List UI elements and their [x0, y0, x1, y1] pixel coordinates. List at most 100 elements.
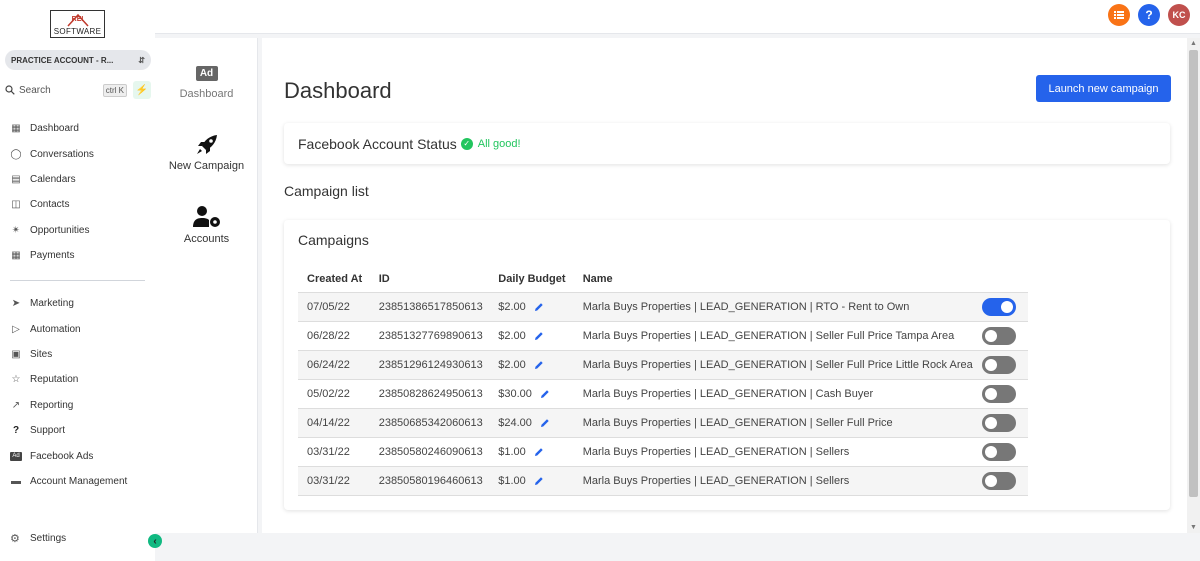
avatar[interactable]: KC	[1168, 4, 1190, 26]
cell-id: 23850685342060613	[369, 408, 490, 438]
sidebar-item-conversations[interactable]: ◯ Conversations	[10, 141, 150, 166]
campaigns-table: Created At ID Daily Budget Name 07/05/22…	[298, 266, 1028, 496]
column-id[interactable]: ID	[369, 266, 490, 293]
collapse-sidebar-button[interactable]: ‹	[148, 534, 162, 548]
cell-id: 23851386517850613	[369, 292, 490, 322]
sidebar-item-contacts[interactable]: ◫ Contacts	[10, 192, 150, 217]
budget-value: $30.00	[498, 387, 532, 400]
star-icon: ☆	[11, 374, 21, 386]
sidebar-item-label: Marketing	[30, 298, 74, 310]
cell-toggle	[972, 437, 1028, 467]
campaign-status-toggle[interactable]	[981, 326, 1016, 345]
sidebar-item-label: Automation	[30, 323, 81, 335]
table-row: 07/05/22 23851386517850613 $2.00 Marla Buys…	[298, 292, 1028, 322]
quick-action-button[interactable]: ⚡	[133, 81, 151, 99]
cell-toggle	[972, 350, 1028, 380]
subnav-label: Dashboard	[179, 88, 234, 100]
cell-id: 23850828624950613	[369, 379, 490, 409]
subnav-accounts[interactable]: Accounts	[155, 205, 258, 245]
scrollbar-thumb[interactable]	[1189, 50, 1198, 497]
ad-icon: Ad	[10, 451, 22, 461]
globe-window-icon: ▣	[11, 348, 21, 360]
sidebar-nav-secondary: ➤ Marketing ▷ Automation ▣ Sites ☆ Reputatio…	[10, 291, 150, 494]
sidebar-item-label: Payments	[30, 250, 75, 262]
account-switcher[interactable]: PRACTICE ACCOUNT - R... ⇵	[5, 50, 151, 70]
sidebar-item-automation[interactable]: ▷ Automation	[10, 316, 150, 341]
sidebar-item-label: Settings	[30, 532, 67, 544]
campaign-status-toggle[interactable]	[981, 471, 1016, 490]
sidebar: REI SOFTWARE PRACTICE ACCOUNT - R... ⇵ S…	[0, 0, 155, 561]
chevron-left-icon: ‹	[153, 535, 157, 547]
cell-name: Marla Buys Properties | LEAD_GENERATION …	[573, 292, 973, 322]
campaign-status-toggle[interactable]	[981, 355, 1016, 374]
lightning-icon: ⚡	[135, 84, 149, 96]
notifications-button[interactable]	[1108, 4, 1130, 26]
sidebar-divider	[10, 280, 145, 281]
sidebar-item-dashboard[interactable]: ▦ Dashboard	[10, 116, 150, 141]
updown-chevron-icon: ⇵	[138, 55, 145, 65]
sidebar-nav-primary: ▦ Dashboard ◯ Conversations ▤ Calendars ◫ Co…	[10, 116, 150, 268]
logo[interactable]: REI SOFTWARE	[50, 10, 105, 38]
contact-card-icon: ◫	[11, 199, 21, 211]
funnel-icon: ✴	[11, 224, 21, 236]
campaign-status-toggle[interactable]	[981, 384, 1016, 403]
cell-id: 23850580246090613	[369, 437, 490, 467]
table-row: 06/28/22 23851327769890613 $2.00 Marla Buys…	[298, 321, 1028, 351]
scrollbar[interactable]: ▲ ▼	[1187, 38, 1200, 533]
trend-icon: ↗	[11, 399, 21, 411]
sidebar-item-label: Facebook Ads	[30, 450, 94, 462]
sidebar-item-calendars[interactable]: ▤ Calendars	[10, 167, 150, 192]
sidebar-item-reporting[interactable]: ↗ Reporting	[10, 393, 150, 418]
subnav-new-campaign[interactable]: New Campaign	[155, 134, 258, 172]
pencil-icon[interactable]	[540, 389, 550, 399]
cell-toggle	[972, 408, 1028, 438]
pencil-icon[interactable]	[534, 302, 544, 312]
toggle-knob	[984, 474, 997, 487]
campaign-status-toggle[interactable]	[981, 413, 1016, 432]
column-name[interactable]: Name	[573, 266, 973, 293]
sidebar-item-label: Sites	[30, 348, 53, 360]
column-daily-budget[interactable]: Daily Budget	[489, 266, 574, 293]
sidebar-item-settings[interactable]: ⚙ Settings	[10, 532, 67, 546]
cell-daily-budget: $1.00	[489, 466, 574, 496]
toggle-knob	[1000, 300, 1013, 313]
sidebar-item-facebook-ads[interactable]: Ad Facebook Ads	[10, 443, 150, 468]
top-bar: ? KC	[155, 0, 1200, 34]
campaign-status-toggle[interactable]	[981, 442, 1016, 461]
table-row: 03/31/22 23850580246090613 $1.00 Marla Buys…	[298, 437, 1028, 467]
sidebar-item-marketing[interactable]: ➤ Marketing	[10, 291, 150, 316]
logo-rei: REI	[71, 16, 84, 23]
pencil-icon[interactable]	[534, 360, 544, 370]
cell-name: Marla Buys Properties | LEAD_GENERATION …	[573, 466, 973, 496]
pencil-icon[interactable]	[534, 476, 544, 486]
campaign-status-toggle[interactable]	[981, 297, 1016, 316]
cell-name: Marla Buys Properties | LEAD_GENERATION …	[573, 408, 973, 438]
ad-icon: Ad	[195, 66, 218, 81]
budget-value: $1.00	[498, 445, 526, 458]
cell-name: Marla Buys Properties | LEAD_GENERATION …	[573, 437, 973, 467]
toggle-knob	[984, 329, 997, 342]
sidebar-item-reputation[interactable]: ☆ Reputation	[10, 367, 150, 392]
launch-new-campaign-button[interactable]: Launch new campaign	[1036, 75, 1171, 102]
table-row: 05/02/22 23850828624950613 $30.00 Marla Buy…	[298, 379, 1028, 409]
column-created-at[interactable]: Created At	[298, 266, 370, 293]
pencil-icon[interactable]	[534, 331, 544, 341]
search-input[interactable]: Search ctrl K	[5, 81, 127, 99]
sidebar-item-opportunities[interactable]: ✴ Opportunities	[10, 218, 150, 243]
sidebar-item-sites[interactable]: ▣ Sites	[10, 342, 150, 367]
cell-id: 23851327769890613	[369, 321, 490, 351]
pencil-icon[interactable]	[540, 418, 550, 428]
subnav-dashboard[interactable]: Ad Dashboard	[155, 66, 258, 100]
sidebar-item-payments[interactable]: ▦ Payments	[10, 243, 150, 268]
table-row: 04/14/22 23850685342060613 $24.00 Marla Buy…	[298, 408, 1028, 438]
help-icon: ?	[1145, 8, 1153, 22]
scroll-up-arrow-icon[interactable]: ▲	[1187, 38, 1200, 48]
pencil-icon[interactable]	[534, 447, 544, 457]
sidebar-item-support[interactable]: ? Support	[10, 418, 150, 443]
sidebar-item-label: Reputation	[30, 374, 79, 386]
scroll-down-arrow-icon[interactable]: ▼	[1187, 522, 1200, 532]
sidebar-item-account-management[interactable]: ▬ Account Management	[10, 469, 150, 494]
facebook-ads-subnav: Ad Dashboard New Campaign Accounts	[155, 38, 258, 533]
table-header-row: Created At ID Daily Budget Name	[298, 266, 1028, 293]
help-button[interactable]: ?	[1138, 4, 1160, 26]
